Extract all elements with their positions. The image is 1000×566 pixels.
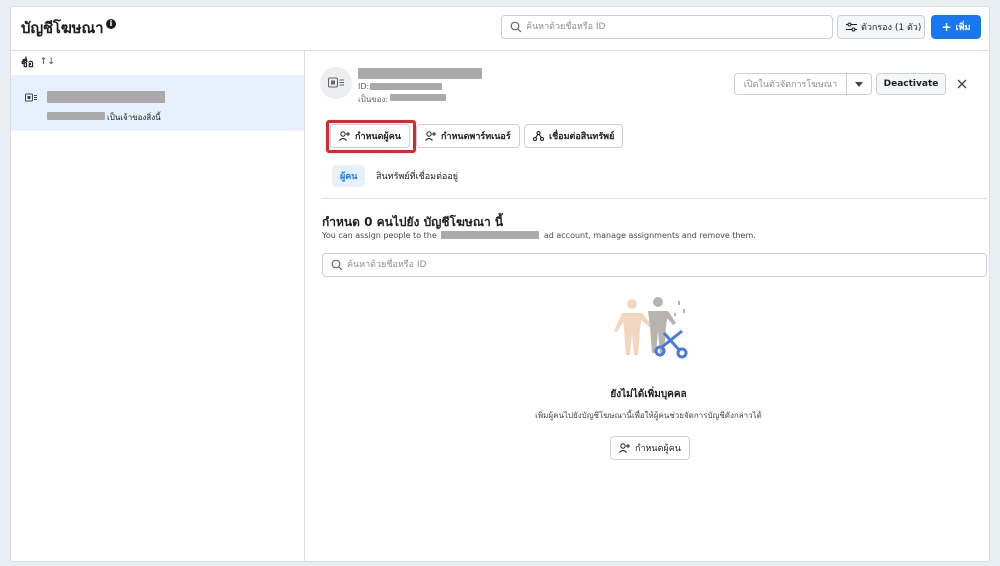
search-icon [331, 259, 343, 271]
id-label: ID: [358, 82, 370, 91]
list-header-name[interactable]: ชื่อ ↑↓ [21, 57, 55, 72]
ad-account-icon [328, 77, 344, 88]
empty-assign-people-label: กำหนดผู้คน [635, 444, 681, 454]
person-add-icon [619, 443, 630, 453]
open-ads-manager-button[interactable]: เปิดในตัวจัดการโฆษณา [734, 73, 846, 95]
app-window: บัญชีโฆษณา i ตัวกรอง (1 ตัว) + เพิ่ม [10, 6, 990, 562]
owned-by-label: เป็นของ: [358, 95, 389, 104]
connect-assets-label: เชื่อมต่อสินทรัพย์ [549, 132, 615, 142]
empty-assign-people-button[interactable]: กำหนดผู้คน [610, 436, 690, 460]
column-name-label: ชื่อ [21, 59, 34, 70]
account-avatar [320, 67, 352, 99]
page-header: บัญชีโฆษณา i ตัวกรอง (1 ตัว) + เพิ่ม [11, 7, 989, 51]
assign-title: กำหนด 0 คนไปยัง บัญชีโฆษณา นี้ [322, 215, 504, 229]
partner-add-icon [425, 131, 436, 141]
assign-people-label: กำหนดผู้คน [355, 132, 401, 142]
account-search[interactable] [501, 15, 833, 39]
account-search-input[interactable] [526, 16, 806, 38]
list-item[interactable]: เป็นเจ้าของสิ่งนี้ [11, 75, 304, 131]
empty-state-description: เพิ่มผู้คนไปยังบัญชีโฆษณานี้เพื่อให้ผู้ค… [535, 411, 762, 420]
people-illustration [614, 297, 688, 359]
people-search-input[interactable] [347, 254, 627, 276]
tab-divider [322, 198, 987, 199]
redacted-account-id [370, 83, 442, 90]
redacted-account-name [47, 91, 165, 103]
redacted-account-ref [441, 231, 540, 239]
tab-people[interactable]: ผู้คน [332, 165, 366, 187]
chevron-down-icon [855, 81, 863, 87]
account-detail-panel: ID: เป็นของ: เปิดในตัวจัดการโฆษณา Deacti… [306, 51, 989, 561]
filter-label: ตัวกรอง (1 ตัว) [861, 23, 922, 33]
add-label: เพิ่ม [955, 23, 971, 33]
deactivate-button[interactable]: Deactivate [876, 73, 946, 95]
filter-icon [846, 22, 857, 32]
sort-icon[interactable]: ↑↓ [40, 57, 55, 72]
people-search[interactable] [322, 253, 987, 277]
person-add-icon [339, 131, 350, 141]
assign-desc-prefix: You can assign people to the [322, 231, 437, 240]
assign-description: You can assign people to the ad account,… [322, 231, 756, 240]
filter-button[interactable]: ตัวกรอง (1 ตัว) [837, 15, 925, 39]
search-icon [510, 21, 522, 33]
assign-partner-label: กำหนดพาร์ทเนอร์ [441, 132, 511, 142]
plus-icon: + [941, 20, 952, 34]
ad-account-icon [25, 93, 37, 102]
open-ads-manager-dropdown[interactable] [846, 73, 872, 95]
add-button[interactable]: + เพิ่ม [931, 15, 981, 39]
account-list-panel: ชื่อ ↑↓ เป็นเจ้าของสิ่งนี้ [11, 51, 305, 561]
page-title: บัญชีโฆษณา [21, 19, 104, 37]
info-icon[interactable]: i [106, 19, 116, 29]
redacted-account-title [358, 68, 482, 79]
redacted-owner-name [47, 112, 105, 120]
assign-desc-suffix: ad account, manage assignments and remov… [543, 231, 756, 240]
connect-icon [533, 131, 544, 141]
empty-state-title: ยังไม่ได้เพิ่มบุคคล [610, 389, 687, 400]
connect-assets-button[interactable]: เชื่อมต่อสินทรัพย์ [524, 124, 624, 148]
assign-people-button[interactable]: กำหนดผู้คน [330, 124, 410, 148]
assign-partner-button[interactable]: กำหนดพาร์ทเนอร์ [416, 124, 520, 148]
tab-connected-assets[interactable]: สินทรัพย์ที่เชื่อมต่ออยู่ [368, 165, 466, 187]
owner-label: เป็นเจ้าของสิ่งนี้ [107, 113, 161, 122]
redacted-owner [390, 94, 446, 101]
close-icon[interactable] [956, 78, 968, 90]
